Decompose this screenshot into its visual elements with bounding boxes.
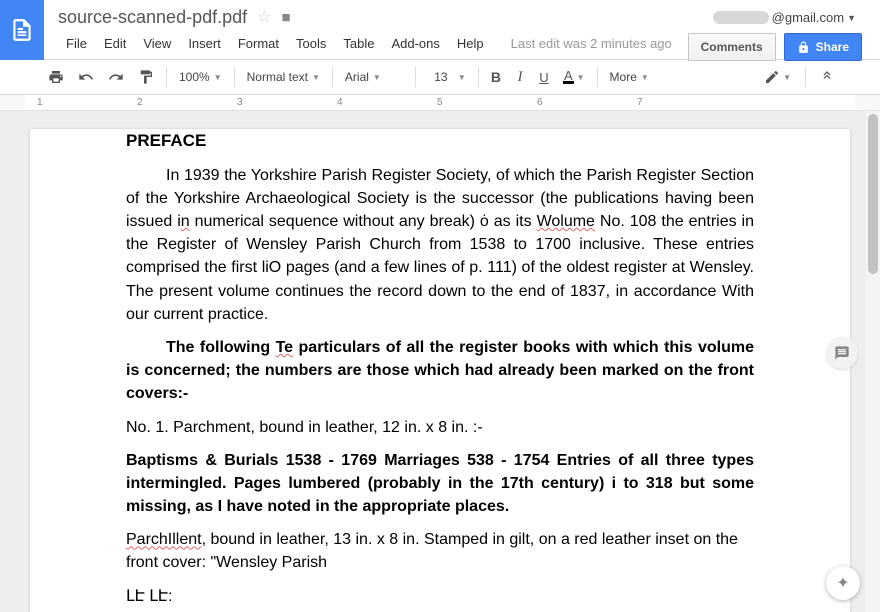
para-1: In 1939 the Yorkshire Parish Register So… bbox=[126, 164, 754, 326]
para-2: The following Te particulars of all the … bbox=[126, 336, 754, 406]
font-size-combo[interactable]: 13▼ bbox=[422, 68, 472, 86]
doc-title[interactable]: source-scanned-pdf.pdf bbox=[58, 7, 247, 28]
menu-table[interactable]: Table bbox=[335, 32, 382, 55]
menu-format[interactable]: Format bbox=[230, 32, 287, 55]
email-redacted bbox=[713, 11, 769, 24]
menu-help[interactable]: Help bbox=[449, 32, 492, 55]
lock-icon bbox=[797, 41, 810, 54]
share-label: Share bbox=[816, 40, 849, 54]
email-suffix: @gmail.com bbox=[772, 10, 844, 25]
menu-file[interactable]: File bbox=[58, 32, 95, 55]
menu-view[interactable]: View bbox=[135, 32, 179, 55]
zoom-combo[interactable]: 100%▼ bbox=[173, 68, 228, 86]
menubar-left: source-scanned-pdf.pdf ☆ ■ File Edit Vie… bbox=[44, 0, 688, 55]
docs-app-icon[interactable] bbox=[0, 0, 44, 60]
menubar: source-scanned-pdf.pdf ☆ ■ File Edit Vie… bbox=[0, 0, 880, 60]
page[interactable]: PREFACE In 1939 the Yorkshire Parish Reg… bbox=[30, 129, 850, 612]
underline-button[interactable]: U bbox=[533, 65, 555, 89]
menu-addons[interactable]: Add-ons bbox=[383, 32, 447, 55]
menu-edit[interactable]: Edit bbox=[96, 32, 134, 55]
menubar-right: @gmail.com ▼ Comments Share bbox=[688, 0, 880, 61]
bold-button[interactable]: B bbox=[485, 65, 507, 89]
paint-format-button[interactable] bbox=[132, 65, 160, 89]
collapse-button[interactable] bbox=[814, 65, 840, 89]
comments-button[interactable]: Comments bbox=[688, 33, 776, 61]
heading-preface: PREFACE bbox=[126, 129, 754, 154]
redo-button[interactable] bbox=[102, 65, 130, 89]
caret-down-icon: ▼ bbox=[847, 13, 856, 23]
para-6: ԼԷ ԼԷ: bbox=[126, 585, 754, 608]
menu-insert[interactable]: Insert bbox=[180, 32, 229, 55]
share-button[interactable]: Share bbox=[784, 33, 862, 61]
chat-button[interactable] bbox=[826, 337, 858, 369]
para-5: ParchIllent, bound in leather, 13 in. x … bbox=[126, 528, 754, 574]
doc-area: PREFACE In 1939 the Yorkshire Parish Reg… bbox=[0, 111, 880, 612]
scrollbar-vertical[interactable] bbox=[866, 111, 880, 612]
italic-button[interactable]: I bbox=[509, 65, 531, 89]
explore-button[interactable]: ✦ bbox=[826, 566, 860, 600]
style-combo[interactable]: Normal text▼ bbox=[241, 68, 326, 86]
folder-icon[interactable]: ■ bbox=[281, 9, 290, 26]
star-icon[interactable]: ☆ bbox=[257, 7, 271, 27]
para-3: No. 1. Parchment, bound in leather, 12 i… bbox=[126, 416, 754, 439]
menu-tools[interactable]: Tools bbox=[288, 32, 334, 55]
scrollbar-thumb[interactable] bbox=[868, 114, 878, 274]
toolbar: 100%▼ Normal text▼ Arial▼ 13▼ B I U A▼ M… bbox=[0, 60, 880, 95]
more-button[interactable]: More▼ bbox=[604, 68, 655, 86]
para-4: Baptisms & Burials 1538 - 1769 Marriages… bbox=[126, 449, 754, 519]
print-button[interactable] bbox=[42, 65, 70, 89]
last-edit-text[interactable]: Last edit was 2 minutes ago bbox=[503, 32, 680, 55]
doc-content[interactable]: PREFACE In 1939 the Yorkshire Parish Reg… bbox=[126, 129, 754, 608]
ruler[interactable]: 1 2 3 4 5 6 7 bbox=[0, 95, 880, 111]
undo-button[interactable] bbox=[72, 65, 100, 89]
menu-list: File Edit View Insert Format Tools Table… bbox=[58, 32, 688, 55]
font-combo[interactable]: Arial▼ bbox=[339, 68, 409, 86]
text-color-button[interactable]: A▼ bbox=[557, 65, 591, 89]
user-email[interactable]: @gmail.com ▼ bbox=[713, 10, 856, 25]
editing-mode-button[interactable]: ▼ bbox=[758, 65, 797, 89]
